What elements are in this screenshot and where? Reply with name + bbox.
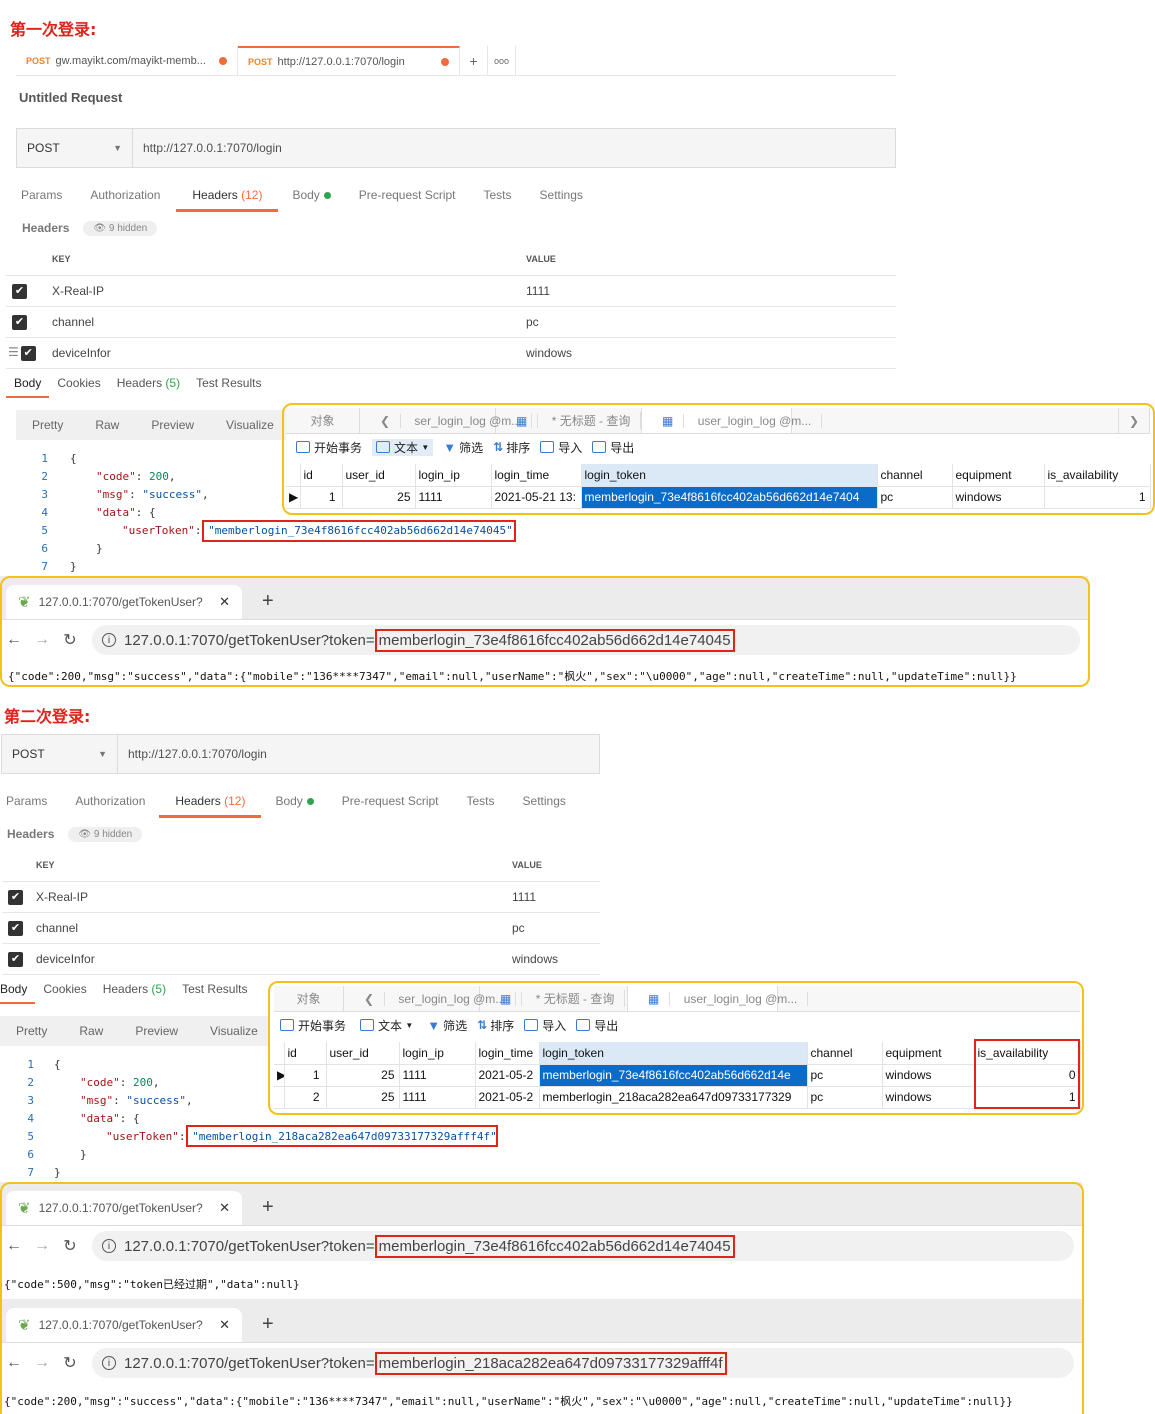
request-tabs-2: Params Authorization Headers (12) Body P… bbox=[0, 787, 580, 818]
headers-line-1: Headers 👁 9 hidden bbox=[22, 218, 158, 238]
tab-headers[interactable]: Headers (12) bbox=[176, 181, 279, 212]
tab-body[interactable]: Body bbox=[261, 787, 327, 818]
url-input[interactable]: http://127.0.0.1:7070/login bbox=[133, 129, 282, 167]
tab-tests[interactable]: Tests bbox=[470, 181, 526, 212]
response-tabs-1: Body Cookies Headers (5) Test Results bbox=[6, 370, 269, 398]
headers-line-2: Headers 👁 9 hidden bbox=[7, 824, 143, 844]
checkbox-icon[interactable]: ✔ bbox=[8, 951, 23, 967]
view-preview[interactable]: Preview bbox=[119, 1024, 194, 1038]
hidden-toggle[interactable]: 👁 9 hidden bbox=[68, 826, 143, 842]
tab-prerequest[interactable]: Pre-request Script bbox=[345, 181, 470, 212]
view-visualize[interactable]: Visualize bbox=[194, 1024, 274, 1038]
request-tab-bar: POST gw.mayikt.com/mayikt-memb... POST htt… bbox=[16, 46, 896, 76]
chevron-down-icon: ▼ bbox=[98, 749, 107, 759]
highlight-browser-box-1 bbox=[0, 576, 1090, 687]
request-tab-gw[interactable]: POST gw.mayikt.com/mayikt-memb... bbox=[16, 46, 238, 75]
headers-table-2: KEY VALUE ✔ X-Real-IP 1111 ✔ channel pc ✔ devi… bbox=[2, 850, 600, 975]
tab-prerequest[interactable]: Pre-request Script bbox=[328, 787, 453, 818]
more-tabs-button[interactable]: ooo bbox=[488, 46, 516, 75]
request-tabs-1: Params Authorization Headers (12) Body P… bbox=[7, 181, 597, 212]
checkbox-icon[interactable]: ✔ bbox=[8, 920, 23, 936]
resp-tab-headers[interactable]: Headers (5) bbox=[109, 370, 188, 398]
unsaved-dot-icon bbox=[441, 57, 449, 66]
tab-params[interactable]: Params bbox=[0, 787, 61, 818]
first-login-heading: 第一次登录: bbox=[10, 20, 97, 39]
header-row: ✔ deviceInfor windows bbox=[2, 943, 600, 975]
view-raw[interactable]: Raw bbox=[79, 418, 135, 432]
highlight-token-box bbox=[202, 520, 516, 542]
highlight-navicat-box-2 bbox=[268, 981, 1084, 1115]
request-title[interactable]: Untitled Request bbox=[16, 76, 896, 105]
highlight-token-box bbox=[186, 1125, 498, 1147]
checkbox-icon[interactable]: ✔ bbox=[12, 283, 27, 299]
drag-handle-icon[interactable]: ☰ bbox=[8, 345, 19, 359]
resp-tab-cookies[interactable]: Cookies bbox=[49, 370, 108, 398]
view-visualize[interactable]: Visualize bbox=[210, 418, 290, 432]
postman-panel-1: POST gw.mayikt.com/mayikt-memb... POST htt… bbox=[16, 46, 896, 105]
tab-settings[interactable]: Settings bbox=[526, 181, 597, 212]
header-row: ☰ ✔ deviceInfor windows bbox=[6, 337, 896, 369]
header-row: ✔ channel pc bbox=[6, 306, 896, 338]
second-login-heading: 第二次登录: bbox=[4, 707, 91, 726]
tab-authorization[interactable]: Authorization bbox=[76, 181, 174, 212]
response-tabs-2: Body Cookies Headers (5) Test Results bbox=[0, 976, 255, 1004]
url-input[interactable]: http://127.0.0.1:7070/login bbox=[118, 735, 267, 773]
resp-tab-test-results[interactable]: Test Results bbox=[188, 370, 269, 398]
tab-params[interactable]: Params bbox=[7, 181, 76, 212]
highlight-navicat-box-1 bbox=[282, 403, 1155, 515]
view-tabs-2: Pretty Raw Preview Visualize bbox=[0, 1016, 270, 1046]
url-bar-2: POST ▼ http://127.0.0.1:7070/login bbox=[1, 734, 600, 774]
resp-tab-test-results[interactable]: Test Results bbox=[174, 976, 255, 1004]
method-select[interactable]: POST ▼ bbox=[2, 735, 118, 773]
header-row: ✔ channel pc bbox=[2, 912, 600, 944]
view-tabs-1: Pretty Raw Preview Visualize bbox=[16, 410, 286, 440]
method-select[interactable]: POST ▼ bbox=[17, 129, 133, 167]
tab-headers[interactable]: Headers (12) bbox=[159, 787, 262, 818]
tab-settings[interactable]: Settings bbox=[509, 787, 580, 818]
checkbox-icon[interactable]: ✔ bbox=[12, 314, 27, 330]
header-row: ✔ X-Real-IP 1111 bbox=[2, 881, 600, 913]
tab-tests[interactable]: Tests bbox=[453, 787, 509, 818]
eye-icon: 👁 bbox=[78, 828, 92, 840]
resp-tab-body[interactable]: Body bbox=[6, 370, 50, 398]
view-preview[interactable]: Preview bbox=[135, 418, 210, 432]
header-row: ✔ X-Real-IP 1111 bbox=[6, 275, 896, 307]
view-pretty[interactable]: Pretty bbox=[0, 1024, 63, 1038]
eye-icon: 👁 bbox=[93, 222, 107, 234]
resp-tab-cookies[interactable]: Cookies bbox=[35, 976, 94, 1004]
request-tab-login[interactable]: POST http://127.0.0.1:7070/login bbox=[238, 46, 460, 75]
checkbox-icon[interactable]: ✔ bbox=[20, 345, 36, 361]
url-bar-1: POST ▼ http://127.0.0.1:7070/login bbox=[16, 128, 896, 168]
view-raw[interactable]: Raw bbox=[63, 1024, 119, 1038]
chevron-down-icon: ▼ bbox=[113, 143, 122, 153]
resp-tab-headers[interactable]: Headers (5) bbox=[95, 976, 174, 1004]
body-dot-icon bbox=[323, 192, 331, 199]
headers-table-1: KEY VALUE ✔ X-Real-IP 1111 ✔ channel pc ☰ ✔ dev… bbox=[6, 244, 896, 369]
hidden-toggle[interactable]: 👁 9 hidden bbox=[83, 220, 158, 236]
body-dot-icon bbox=[306, 798, 314, 805]
tab-body[interactable]: Body bbox=[278, 181, 344, 212]
new-tab-button[interactable]: + bbox=[460, 46, 488, 75]
checkbox-icon[interactable]: ✔ bbox=[8, 889, 23, 905]
tab-authorization[interactable]: Authorization bbox=[61, 787, 159, 818]
highlight-browser-box-2 bbox=[0, 1182, 1084, 1414]
resp-tab-body[interactable]: Body bbox=[0, 976, 36, 1004]
unsaved-dot-icon bbox=[219, 56, 227, 65]
view-pretty[interactable]: Pretty bbox=[16, 418, 79, 432]
